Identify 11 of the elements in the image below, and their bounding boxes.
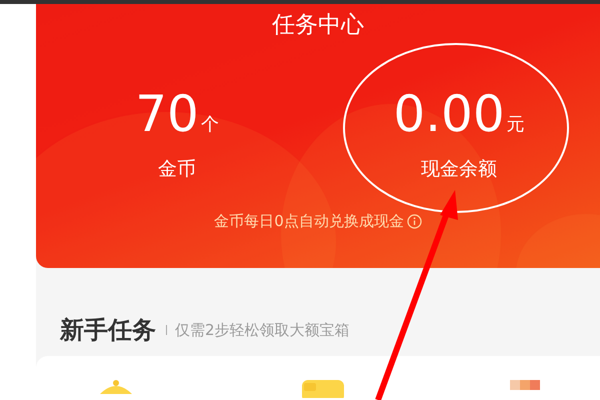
stat-label: 金币 (158, 157, 196, 182)
stat-unit: 元 (506, 114, 525, 136)
stat-value: 0.00 (393, 86, 505, 142)
info-icon[interactable] (406, 214, 422, 229)
exchange-note: 金币每日0点自动兑换成现金 (214, 212, 404, 231)
stat-unit: 个 (200, 114, 219, 136)
stat-label: 现金余额 (421, 157, 497, 182)
section-subtitle: 仅需2步轻松领取大额宝箱 (175, 320, 350, 340)
stat-value: 70 (135, 86, 199, 142)
section-title: 新手任务 (60, 315, 156, 346)
page-title: 任务中心 (272, 11, 364, 40)
